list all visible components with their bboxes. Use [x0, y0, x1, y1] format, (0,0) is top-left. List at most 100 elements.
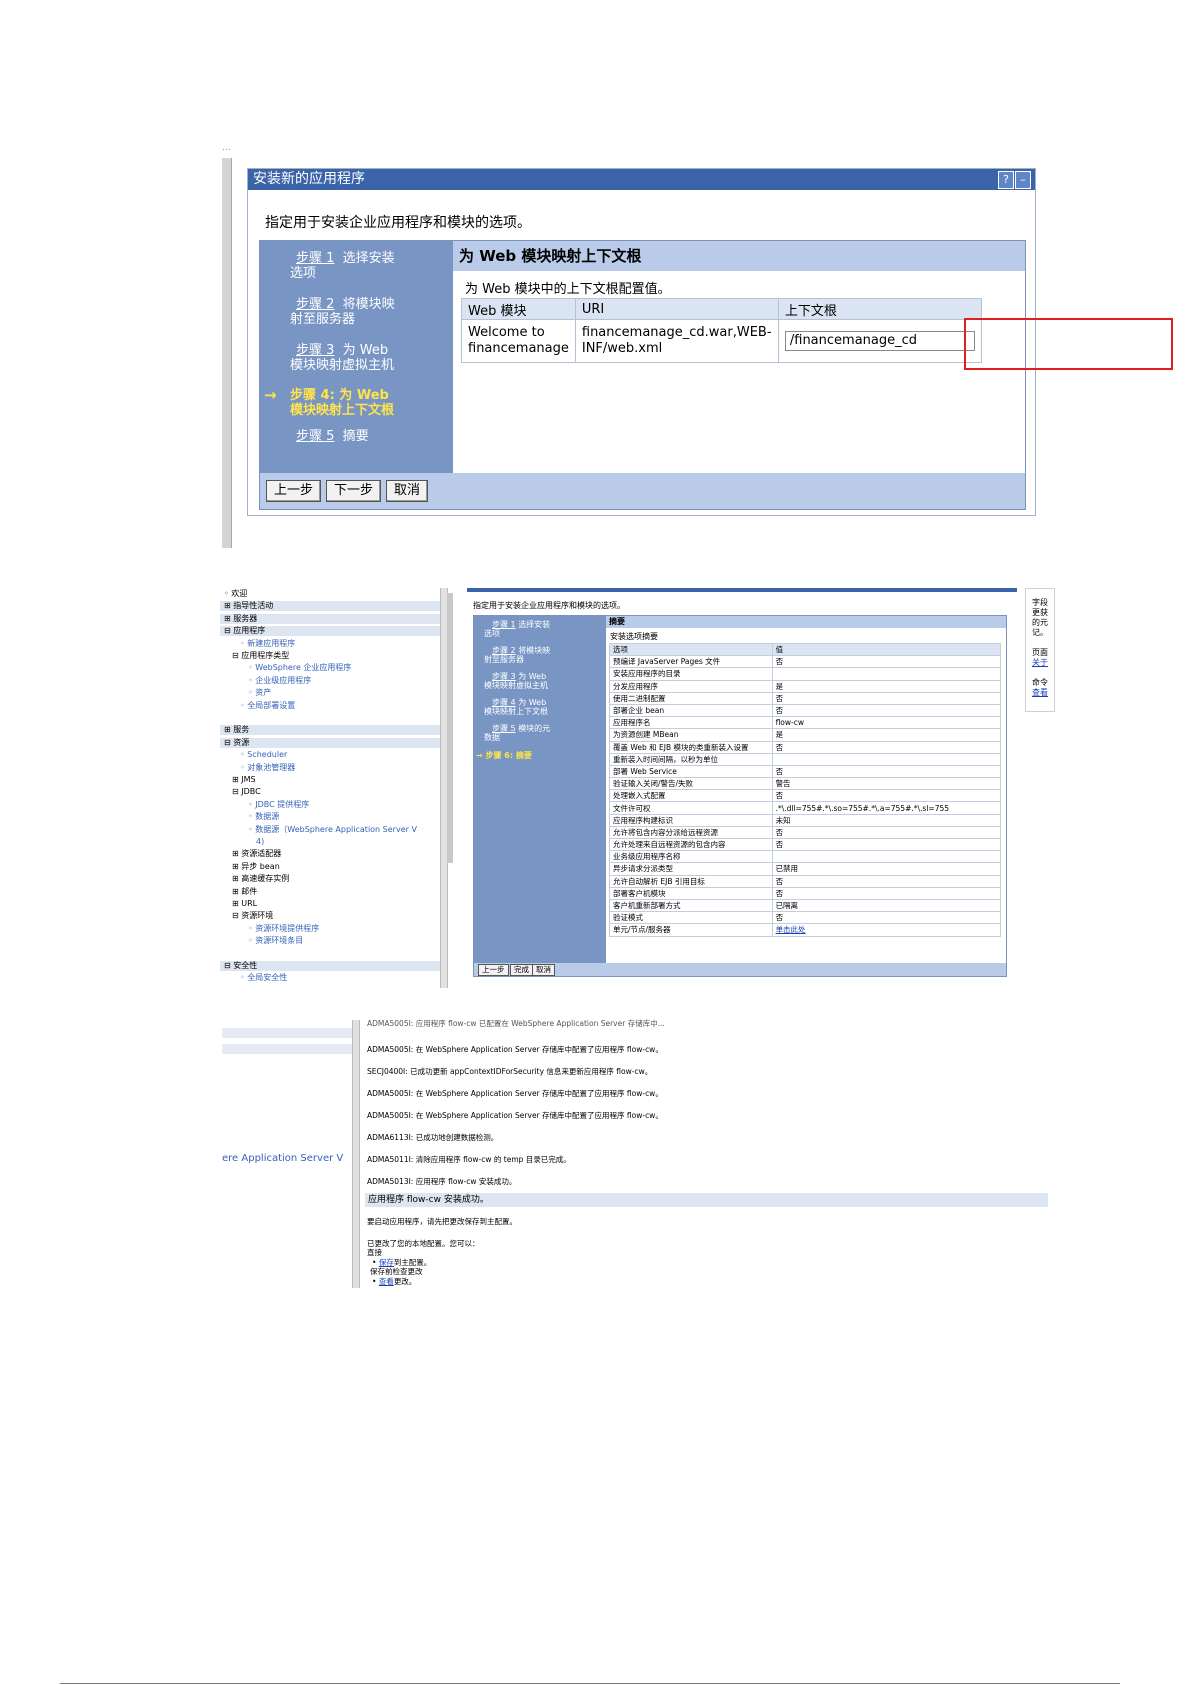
nav-item[interactable]: ◦ 对象池管理器 [220, 763, 440, 773]
summary-step-4[interactable]: 步骤 4 为 Web 模块映射上下文根 [484, 698, 599, 716]
nav-scrollbar[interactable] [447, 593, 453, 863]
summary-step-1[interactable]: 步骤 1 选择安装 选项 [484, 620, 599, 638]
help-line[interactable]: 查看 [1032, 687, 1048, 698]
nav-item[interactable]: ◦ 资产 [220, 688, 440, 698]
option-cell: 部署客户机模块 [609, 886, 773, 900]
value-cell[interactable]: 单击此处 [771, 923, 1002, 937]
value-cell: 警告 [771, 777, 1002, 791]
prev-button[interactable]: 上一步 [266, 480, 322, 502]
summary-wizard: 步骤 1 选择安装 选项 步骤 2 将模块映 射至服务器 步骤 3 为 Web 模块映… [473, 615, 1007, 977]
context-root-input[interactable]: /financemanage_cd [784, 331, 975, 351]
table-row: 部署企业 bean 否 [609, 703, 1002, 718]
nav-item[interactable]: ⊟ 应用程序 [220, 626, 440, 637]
value-cell: 是 [771, 679, 1002, 693]
nav-item[interactable]: ◦ 新建应用程序 [220, 639, 440, 649]
truncated-top-text: ... [222, 143, 231, 153]
changed-note: 已更改了您的本地配置。您可以： [367, 1239, 480, 1248]
table-row: 文件许可权 .*\.dll=755#.*\.so=755#.*\.a=755#.*… [609, 801, 1002, 815]
nav-band [222, 1028, 352, 1038]
panel-title: 安装新的应用程序 [253, 171, 365, 187]
nav-item[interactable]: ⊞ 资源适配器 [220, 849, 440, 859]
option-cell: 允许将包含内容分派给远程资源 [609, 825, 773, 840]
nav-item[interactable]: ◦ 资源环境提供程序 [220, 924, 440, 934]
result-splitter[interactable] [352, 1020, 360, 1288]
nav-item[interactable]: ⊞ 高速缓存实例 [220, 874, 440, 884]
step-2[interactable]: 步骤 2 将模块映 射至服务器 [290, 297, 440, 327]
step-1[interactable]: 步骤 1 选择安装 选项 [290, 251, 440, 281]
result-message: ADMA6113I: 已成功地创建数据检测。 [367, 1133, 499, 1142]
summary-cancel-button[interactable]: 取消 [532, 964, 555, 976]
nav-item[interactable]: ◦ 欢迎 [220, 589, 440, 599]
finish-button[interactable]: 完成 [510, 964, 533, 976]
minimize-icon[interactable]: – [1015, 171, 1031, 189]
option-cell: 预编译 JavaServer Pages 文件 [609, 655, 773, 669]
nav-truncated-text[interactable]: ere Application Server V [222, 1153, 343, 1164]
result-message: ADMA5005I: 在 WebSphere Application Serve… [367, 1111, 663, 1120]
nav-item[interactable]: ⊞ 异步 bean [220, 862, 440, 872]
nav-item[interactable]: ⊞ 服务器 [220, 613, 440, 624]
summary-table: 选项值预编译 JavaServer Pages 文件否安装应用程序的目录 分发应用… [609, 642, 1002, 937]
nav-item[interactable]: ⊟ 安全性 [220, 961, 440, 971]
table-row: 异步请求分派类型 已禁用 [609, 862, 1002, 876]
step-3[interactable]: 步骤 3 为 Web 模块映射虚拟主机 [290, 343, 440, 373]
col-context-root: 上下文根 [777, 298, 982, 320]
next-button[interactable]: 下一步 [326, 480, 382, 502]
option-cell: 部署 Web Service [609, 764, 773, 779]
review-link[interactable]: 查看 [379, 1277, 394, 1286]
table-row: 选项值 [609, 642, 1002, 657]
summary-steps: 步骤 1 选择安装 选项 步骤 2 将模块映 射至服务器 步骤 3 为 Web 模块映… [474, 616, 606, 963]
nav-item[interactable]: ◦ JDBC 提供程序 [220, 800, 440, 810]
table-row: 预编译 JavaServer Pages 文件否 [609, 655, 1002, 669]
nav-item[interactable]: ⊞ 指导性活动 [220, 601, 440, 612]
value-cell: 否 [771, 764, 1002, 779]
summary-step-5[interactable]: 步骤 5 模块的元 数据 [484, 724, 599, 742]
help-icon[interactable]: ? [998, 171, 1014, 189]
nav-item[interactable]: ◦ 资源环境条目 [220, 936, 440, 946]
nav-item[interactable]: ◦ 全局部署设置 [220, 701, 440, 711]
summary-prev-button[interactable]: 上一步 [478, 964, 509, 976]
nav-item[interactable]: ⊟ 应用程序类型 [220, 651, 440, 661]
value-cell [771, 850, 1002, 864]
option-cell: 验证模式 [609, 911, 773, 925]
option-cell: 使用二进制配置 [609, 691, 773, 705]
cancel-button[interactable]: 取消 [386, 480, 429, 502]
value-cell: 否 [771, 789, 1002, 803]
nav-item[interactable] [220, 949, 440, 959]
nav-item[interactable]: ⊟ 资源环境 [220, 911, 440, 921]
nav-item[interactable]: ⊟ 资源 [220, 737, 440, 748]
left-frame-bar[interactable] [222, 158, 232, 548]
nav-item[interactable]: ⊞ URL [220, 899, 440, 909]
table-row: 业务级应用程序名称 [609, 850, 1002, 864]
nav-item[interactable]: ⊞ JMS [220, 775, 440, 785]
table-row: 应用程序构建标识 未知 [609, 813, 1002, 827]
value-cell: 否 [771, 874, 1002, 888]
nav-item[interactable]: ⊟ JDBC [220, 787, 440, 797]
highlight-box [964, 318, 1173, 370]
table-row: 重新装入时间间隔，以秒为单位 [609, 752, 1002, 766]
nav-item[interactable]: ◦ 数据源 [220, 812, 440, 822]
summary-step-6-current: → 步骤 6: 摘要 [476, 751, 532, 760]
nav-item[interactable]: 4) [220, 837, 440, 847]
value-cell: 值 [771, 642, 1002, 657]
result-message: SECJ0400I: 已成功更新 appContextIDForSecurity… [367, 1067, 653, 1076]
nav-item[interactable]: ⊞ 邮件 [220, 887, 440, 897]
value-cell: 否 [771, 703, 1002, 718]
nav-item[interactable]: ◦ WebSphere 企业应用程序 [220, 663, 440, 673]
value-cell: 否 [771, 691, 1002, 705]
summary-subheading: 安装选项摘要 [610, 632, 658, 641]
nav-item[interactable]: ◦ 企业级应用程序 [220, 676, 440, 686]
help-line[interactable]: 关于 [1032, 657, 1048, 668]
summary-step-2[interactable]: 步骤 2 将模块映 射至服务器 [484, 646, 599, 664]
nav-item[interactable]: ⊞ 服务 [220, 725, 440, 736]
wizard-button-bar: 上一步 下一步 取消 [260, 473, 1025, 509]
result-message: ADMA5005I: 在 WebSphere Application Serve… [367, 1045, 663, 1054]
step-5[interactable]: 步骤 5 摘要 [290, 429, 440, 444]
success-bar: 应用程序 flow-cw 安装成功。 [365, 1193, 1048, 1207]
nav-item[interactable]: ◦ Scheduler [220, 750, 440, 760]
summary-step-3[interactable]: 步骤 3 为 Web 模块映射虚拟主机 [484, 672, 599, 690]
nav-item[interactable]: ◦ 全局安全性 [220, 973, 440, 983]
nav-item[interactable]: ◦ 数据源（WebSphere Application Server V [220, 825, 440, 835]
value-cell: 否 [771, 886, 1002, 900]
nav-item[interactable] [220, 713, 440, 723]
table-row: 部署 Web Service 否 [609, 764, 1002, 779]
